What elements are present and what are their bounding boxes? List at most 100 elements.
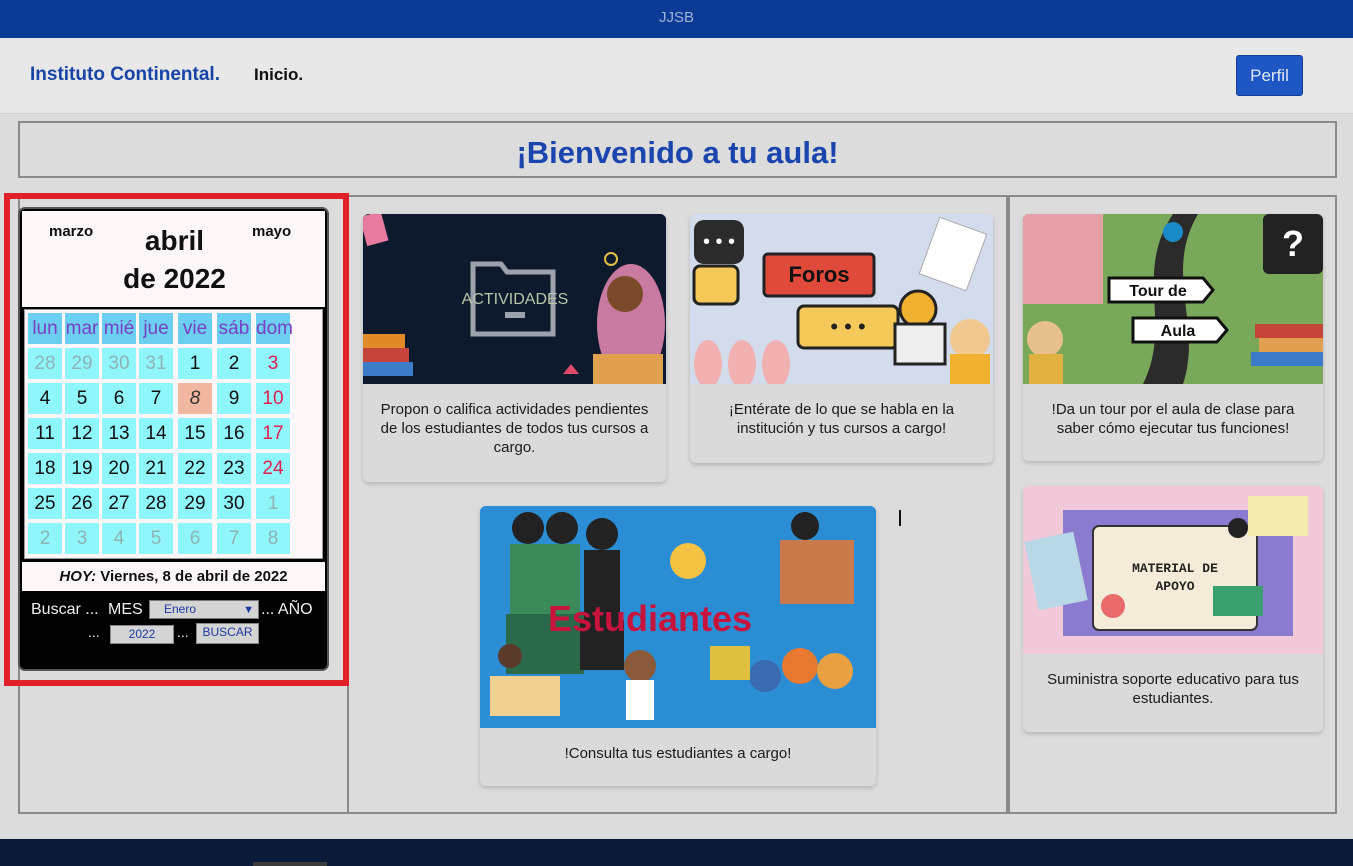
calendar-day[interactable]: 24 bbox=[256, 453, 290, 484]
calendar-day[interactable]: 30 bbox=[217, 488, 251, 519]
calendar-day[interactable]: 16 bbox=[217, 418, 251, 449]
calendar-day[interactable]: 4 bbox=[28, 383, 62, 414]
profile-button[interactable]: Perfil bbox=[1236, 55, 1303, 96]
svg-text:• • •: • • • bbox=[830, 314, 865, 339]
chevron-down-icon: ▼ bbox=[243, 604, 254, 616]
calendar-day[interactable]: 14 bbox=[139, 418, 173, 449]
calendar-day[interactable]: 5 bbox=[65, 383, 99, 414]
calendar-day-outside[interactable]: 29 bbox=[65, 348, 99, 379]
calendar-day[interactable]: 29 bbox=[178, 488, 212, 519]
calendar-day-outside[interactable]: 8 bbox=[256, 523, 290, 554]
today-label: HOY: bbox=[59, 568, 97, 585]
actividades-image: ACTIVIDADES bbox=[363, 214, 666, 384]
calendar-day[interactable]: 12 bbox=[65, 418, 99, 449]
window-title-bar: JJSB bbox=[0, 0, 1353, 38]
foros-illustration: • • • Foros • • • bbox=[690, 214, 993, 384]
weekday-header: dom bbox=[256, 313, 293, 344]
calendar-day[interactable]: 8 bbox=[178, 383, 212, 414]
calendar-day[interactable]: 28 bbox=[139, 488, 173, 519]
svg-text:?: ? bbox=[1282, 223, 1304, 264]
month-select[interactable]: Enero ▼ bbox=[149, 600, 259, 619]
navbar: Instituto Continental. Inicio. Perfil bbox=[0, 38, 1353, 114]
foros-image-text: Foros bbox=[788, 262, 849, 287]
actividades-illustration: ACTIVIDADES bbox=[363, 214, 666, 384]
calendar-day[interactable]: 27 bbox=[102, 488, 136, 519]
weekday-header: sáb bbox=[217, 313, 251, 344]
calendar-day-outside[interactable]: 31 bbox=[139, 348, 173, 379]
calendar-day[interactable]: 19 bbox=[65, 453, 99, 484]
material-image-text-1: MATERIAL DE bbox=[1132, 561, 1218, 576]
dots-right: ... bbox=[177, 624, 189, 640]
estudiantes-image-text: Estudiantes bbox=[548, 598, 752, 639]
card-tour[interactable]: ? Tour de Aula !Da un tour por el aula d… bbox=[1023, 214, 1323, 461]
calendar-day[interactable]: 23 bbox=[217, 453, 251, 484]
estudiantes-text: !Consulta tus estudiantes a cargo! bbox=[564, 745, 792, 762]
calendar-day[interactable]: 3 bbox=[256, 348, 290, 379]
card-estudiantes[interactable]: Estudiantes !Consulta tus estudiantes a … bbox=[480, 506, 876, 786]
calendar-day[interactable]: 17 bbox=[256, 418, 290, 449]
calendar-day[interactable]: 7 bbox=[139, 383, 173, 414]
footer-tab bbox=[253, 862, 327, 866]
calendar-day[interactable]: 13 bbox=[102, 418, 136, 449]
calendar-header: marzo mayo abril de 2022 bbox=[22, 211, 325, 307]
material-text: Suministra soporte educativo para tus es… bbox=[1047, 671, 1299, 707]
text-cursor bbox=[899, 510, 901, 526]
weekday-header: lun bbox=[28, 313, 62, 344]
welcome-banner: ¡Bienvenido a tu aula! bbox=[18, 121, 1337, 178]
brand-link[interactable]: Instituto Continental. bbox=[30, 64, 220, 86]
welcome-title: ¡Bienvenido a tu aula! bbox=[516, 135, 839, 170]
calendar-day[interactable]: 10 bbox=[256, 383, 290, 414]
calendar-day[interactable]: 15 bbox=[178, 418, 212, 449]
calendar-day-outside[interactable]: 7 bbox=[217, 523, 251, 554]
material-illustration: MATERIAL DE APOYO bbox=[1023, 486, 1323, 654]
card-actividades[interactable]: ACTIVIDADES Propon o califica actividade… bbox=[363, 214, 666, 482]
calendar-search-bar: Buscar ... MES Enero ▼ ... AÑO ... 2022 .… bbox=[20, 593, 327, 669]
calendar-day-outside[interactable]: 1 bbox=[256, 488, 290, 519]
actividades-image-text: ACTIVIDADES bbox=[462, 291, 569, 308]
calendar-day[interactable]: 18 bbox=[28, 453, 62, 484]
dots-left: ... bbox=[88, 624, 100, 640]
calendar-day[interactable]: 20 bbox=[102, 453, 136, 484]
footer bbox=[0, 839, 1353, 866]
calendar-day-outside[interactable]: 4 bbox=[102, 523, 136, 554]
foros-text: ¡Entérate de lo que se habla en la insti… bbox=[728, 401, 955, 437]
svg-text:• • •: • • • bbox=[703, 231, 735, 253]
calendar-day[interactable]: 26 bbox=[65, 488, 99, 519]
calendar-year-title: de 2022 bbox=[123, 263, 226, 294]
calendar-day-outside[interactable]: 28 bbox=[28, 348, 62, 379]
tour-image-text-1: Tour de bbox=[1129, 283, 1187, 300]
calendar-month-title: abril bbox=[144, 225, 205, 256]
card-foros[interactable]: • • • Foros • • • ¡Entérate de lo que se… bbox=[690, 214, 993, 463]
weekday-header: mar bbox=[65, 313, 99, 344]
calendar-day-outside[interactable]: 2 bbox=[28, 523, 62, 554]
calendar-day[interactable]: 25 bbox=[28, 488, 62, 519]
tour-illustration: ? Tour de Aula bbox=[1023, 214, 1323, 384]
calendar-widget: marzo mayo abril de 2022 lun mar mié jue vie… bbox=[18, 207, 329, 671]
calendar-day-outside[interactable]: 3 bbox=[65, 523, 99, 554]
calendar-day[interactable]: 21 bbox=[139, 453, 173, 484]
year-input[interactable]: 2022 bbox=[110, 625, 174, 644]
calendar-day[interactable]: 9 bbox=[217, 383, 251, 414]
material-image-text-2: APOYO bbox=[1155, 579, 1194, 594]
calendar-day[interactable]: 1 bbox=[178, 348, 212, 379]
year-label: ... AÑO bbox=[261, 601, 313, 618]
card-material[interactable]: MATERIAL DE APOYO Suministra soporte edu… bbox=[1023, 486, 1323, 732]
calendar-day[interactable]: 22 bbox=[178, 453, 212, 484]
search-button[interactable]: BUSCAR bbox=[196, 623, 259, 644]
calendar-day-outside[interactable]: 6 bbox=[178, 523, 212, 554]
nav-home-link[interactable]: Inicio. bbox=[254, 65, 303, 85]
calendar-day-outside[interactable]: 30 bbox=[102, 348, 136, 379]
foros-image: • • • Foros • • • bbox=[690, 214, 993, 384]
material-image: MATERIAL DE APOYO bbox=[1023, 486, 1323, 654]
estudiantes-illustration: Estudiantes bbox=[480, 506, 876, 728]
calendar-day[interactable]: 2 bbox=[217, 348, 251, 379]
calendar-day-outside[interactable]: 5 bbox=[139, 523, 173, 554]
weekday-header: jue bbox=[139, 313, 173, 344]
month-label: MES bbox=[108, 601, 143, 618]
tour-image-text-2: Aula bbox=[1161, 323, 1196, 340]
estudiantes-image: Estudiantes bbox=[480, 506, 876, 728]
search-label: Buscar ... bbox=[31, 601, 99, 618]
calendar-today: HOY: Viernes, 8 de abril de 2022 bbox=[22, 562, 325, 591]
calendar-day[interactable]: 6 bbox=[102, 383, 136, 414]
calendar-day[interactable]: 11 bbox=[28, 418, 62, 449]
